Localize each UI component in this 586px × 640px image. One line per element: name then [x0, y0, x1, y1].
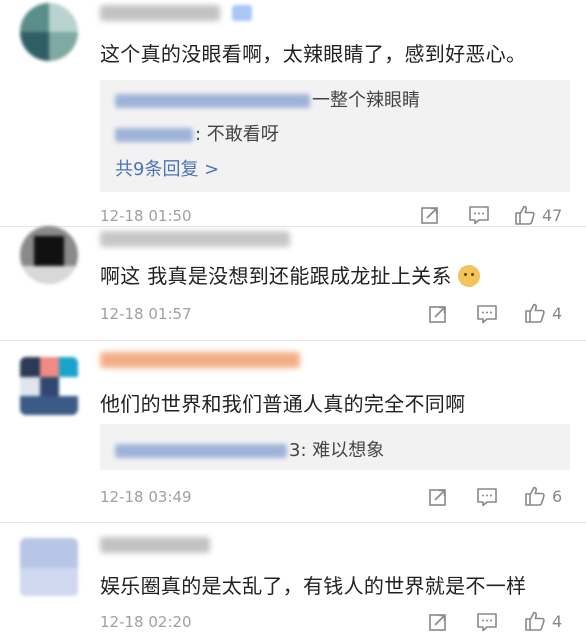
reply-item[interactable]: 3: 难以想象: [115, 436, 384, 462]
divider: [0, 340, 586, 341]
reply-username[interactable]: [115, 444, 287, 458]
share-icon[interactable]: [428, 612, 448, 632]
comment-icon[interactable]: [468, 205, 490, 225]
username[interactable]: [100, 231, 290, 247]
divider: [0, 226, 586, 227]
like-button[interactable]: 47: [514, 204, 562, 226]
thumbs-up-icon: [525, 611, 545, 631]
reply-item[interactable]: : 不敢看呀: [115, 120, 279, 146]
avatar[interactable]: [20, 357, 78, 415]
comment-text: 他们的世界和我们普通人真的完全不同啊: [100, 392, 466, 416]
comment-timestamp: 12-18 01:50: [100, 207, 192, 225]
doge-emoji-icon: [457, 265, 480, 287]
like-count: 6: [552, 486, 563, 506]
avatar[interactable]: [20, 538, 78, 596]
reply-text: : 不敢看呀: [195, 124, 279, 145]
like-count: 47: [542, 205, 563, 225]
verified-badge-icon: [232, 5, 252, 21]
view-more-replies-link[interactable]: 共9条回复 >: [115, 155, 219, 181]
share-icon[interactable]: [428, 304, 448, 324]
thumbs-up-icon: [525, 303, 545, 323]
comment-timestamp: 12-18 01:57: [100, 305, 192, 323]
like-count: 4: [552, 303, 563, 323]
username[interactable]: [100, 5, 220, 21]
divider: [0, 522, 586, 523]
like-button[interactable]: 6: [524, 485, 562, 507]
reply-text: 3: 难以想象: [289, 440, 385, 461]
reply-username[interactable]: [115, 94, 310, 108]
thumbs-up-icon: [515, 205, 535, 225]
reply-username[interactable]: [115, 128, 193, 142]
like-count: 4: [552, 611, 563, 631]
comment-icon[interactable]: [476, 304, 498, 324]
reply-text: 一整个辣眼睛: [312, 90, 420, 111]
comment-timestamp: 12-18 03:49: [100, 488, 192, 506]
username[interactable]: [100, 352, 300, 368]
comment-timestamp: 12-18 02:20: [100, 613, 192, 631]
avatar[interactable]: [20, 226, 78, 284]
comment-text: 娱乐圈真的是太乱了，有钱人的世界就是不一样: [100, 574, 527, 598]
avatar[interactable]: [20, 3, 78, 61]
comment-icon[interactable]: [476, 487, 498, 507]
username[interactable]: [100, 537, 210, 553]
share-icon[interactable]: [420, 205, 440, 225]
comment-text: 这个真的没眼看啊，太辣眼睛了，感到好恶心。: [100, 42, 527, 66]
like-button[interactable]: 4: [524, 610, 562, 632]
like-button[interactable]: 4: [524, 302, 562, 324]
reply-item[interactable]: 一整个辣眼睛: [115, 86, 420, 112]
thumbs-up-icon: [525, 486, 545, 506]
comment-icon[interactable]: [476, 612, 498, 632]
comment-text: 啊这 我真是没想到还能跟成龙扯上关系: [100, 260, 480, 289]
share-icon[interactable]: [428, 487, 448, 507]
